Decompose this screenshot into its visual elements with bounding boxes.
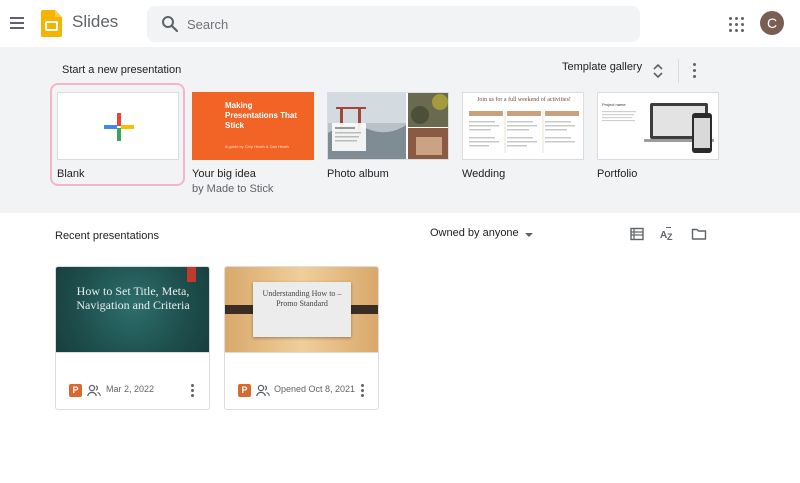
shared-people-icon (256, 384, 270, 397)
thumbnail-title: Making Presentations That Stick (225, 101, 298, 130)
plus-icon (104, 113, 134, 141)
recent-presentation-card[interactable]: Understanding How to – Promo Standard P … (224, 266, 379, 410)
search-input[interactable] (187, 14, 627, 34)
sort-az-icon[interactable]: A Z (660, 226, 676, 242)
app-title[interactable]: Slides (72, 12, 118, 32)
template-portfolio[interactable]: Project name Portfolio (597, 92, 719, 180)
last-opened-date: Opened Oct 8, 2021 (274, 384, 356, 394)
arrow-drop-down-icon[interactable] (525, 233, 533, 237)
template-blank[interactable]: Blank (57, 92, 179, 180)
template-gallery-button[interactable]: Template gallery (562, 61, 642, 81)
template-your-big-idea[interactable]: Making Presentations That Stick A guide … (192, 92, 314, 195)
powerpoint-file-icon: P (69, 384, 82, 397)
template-name: Photo album (327, 168, 389, 180)
wedding-preview (469, 111, 579, 153)
template-wedding[interactable]: Join us for a full weekend of activities… (462, 92, 584, 180)
unfold-more-icon[interactable] (652, 63, 664, 79)
bookmark-ribbon (187, 267, 196, 282)
template-thumbnail[interactable]: Making Presentations That Stick A guide … (192, 92, 314, 160)
svg-text:Z: Z (667, 232, 673, 242)
thumbnail-subtitle: A guide by Chip Heath & Dan Heath (225, 144, 289, 149)
template-name: Blank (57, 168, 85, 180)
hamburger-menu-icon[interactable] (6, 12, 28, 34)
template-thumbnail[interactable] (327, 92, 449, 160)
template-author: by Made to Stick (192, 183, 274, 195)
paper-card: Understanding How to – Promo Standard (253, 282, 351, 337)
template-photo-album[interactable]: Photo album (327, 92, 449, 180)
powerpoint-file-icon: P (238, 384, 251, 397)
slides-logo-icon[interactable] (41, 10, 62, 37)
template-name: Your big idea (192, 168, 256, 180)
presentation-thumbnail[interactable]: Understanding How to – Promo Standard (225, 267, 378, 353)
google-apps-icon[interactable] (726, 14, 746, 34)
shared-people-icon (87, 384, 101, 397)
last-modified-date: Mar 2, 2022 (106, 384, 155, 394)
search-bar[interactable] (147, 6, 640, 42)
account-avatar[interactable]: C (760, 11, 784, 35)
section-title: Start a new presentation (62, 64, 182, 76)
template-thumbnail[interactable]: Project name (597, 92, 719, 160)
list-view-icon[interactable] (629, 226, 645, 242)
thumbnail-title: How to Set Title, Meta, Navigation and C… (76, 284, 190, 312)
template-name: Wedding (462, 168, 506, 180)
thumbnail-title: Understanding How to – Promo Standard (262, 289, 342, 308)
recent-presentation-card[interactable]: How to Set Title, Meta, Navigation and C… (55, 266, 210, 410)
top-bar: Slides C (0, 0, 800, 47)
divider (678, 59, 679, 83)
presentation-thumbnail[interactable]: How to Set Title, Meta, Navigation and C… (56, 267, 209, 353)
search-icon[interactable] (161, 15, 179, 33)
more-vert-icon[interactable] (689, 61, 699, 79)
template-thumbnail[interactable]: Join us for a full weekend of activities… (462, 92, 584, 160)
more-vert-icon[interactable] (357, 382, 367, 398)
owner-filter-dropdown[interactable]: Owned by anyone (430, 227, 519, 239)
recent-title: Recent presentations (55, 230, 159, 242)
more-vert-icon[interactable] (187, 382, 197, 398)
template-section: Start a new presentation Template galler… (0, 47, 800, 213)
template-thumbnail[interactable] (57, 92, 179, 160)
folder-icon[interactable] (691, 226, 707, 242)
template-name: Portfolio (597, 168, 638, 180)
photo-album-preview (328, 93, 448, 159)
portfolio-preview (602, 103, 714, 153)
